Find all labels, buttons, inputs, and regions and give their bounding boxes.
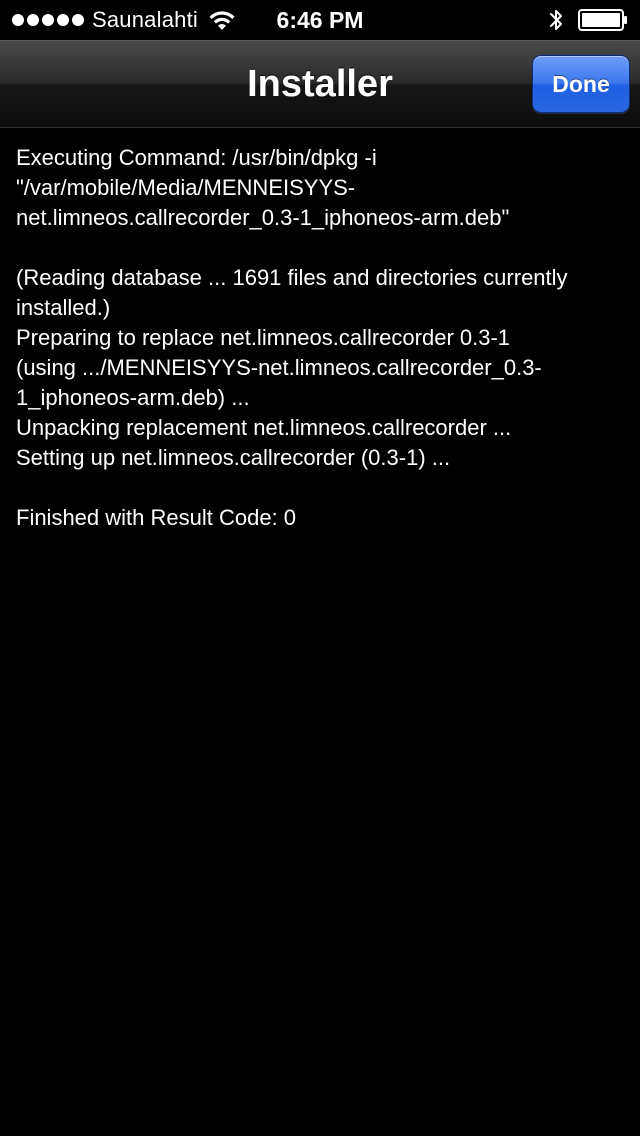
console-line: net.limneos.callrecorder_0.3-1_iphoneos-… [16, 205, 510, 230]
console-line: (using .../MENNEISYYS-net.limneos.callre… [16, 355, 542, 380]
console-line: (Reading database ... 1691 files and dir… [16, 265, 568, 290]
console-line: Finished with Result Code: 0 [16, 505, 297, 530]
console-line: Preparing to replace net.limneos.callrec… [16, 325, 511, 350]
status-right [548, 0, 628, 40]
console-output: Executing Command: /usr/bin/dpkg -i "/var… [16, 143, 628, 533]
console-line: "/var/mobile/Media/MENNEISYYS- [16, 175, 356, 200]
console-line: Setting up net.limneos.callrecorder (0.3… [16, 445, 451, 470]
console-line: installed.) [16, 295, 111, 320]
console-line: Unpacking replacement net.limneos.callre… [16, 415, 512, 440]
battery-icon [578, 9, 627, 31]
done-button[interactable]: Done [532, 55, 630, 113]
navigation-bar: Installer Done [0, 40, 640, 128]
console-line: 1_iphoneos-arm.deb) ... [16, 385, 250, 410]
console-line: Executing Command: /usr/bin/dpkg -i [16, 145, 377, 170]
status-bar: Saunalahti 6:46 PM [0, 0, 640, 40]
bluetooth-icon [550, 10, 562, 30]
status-time: 6:46 PM [276, 7, 364, 33]
